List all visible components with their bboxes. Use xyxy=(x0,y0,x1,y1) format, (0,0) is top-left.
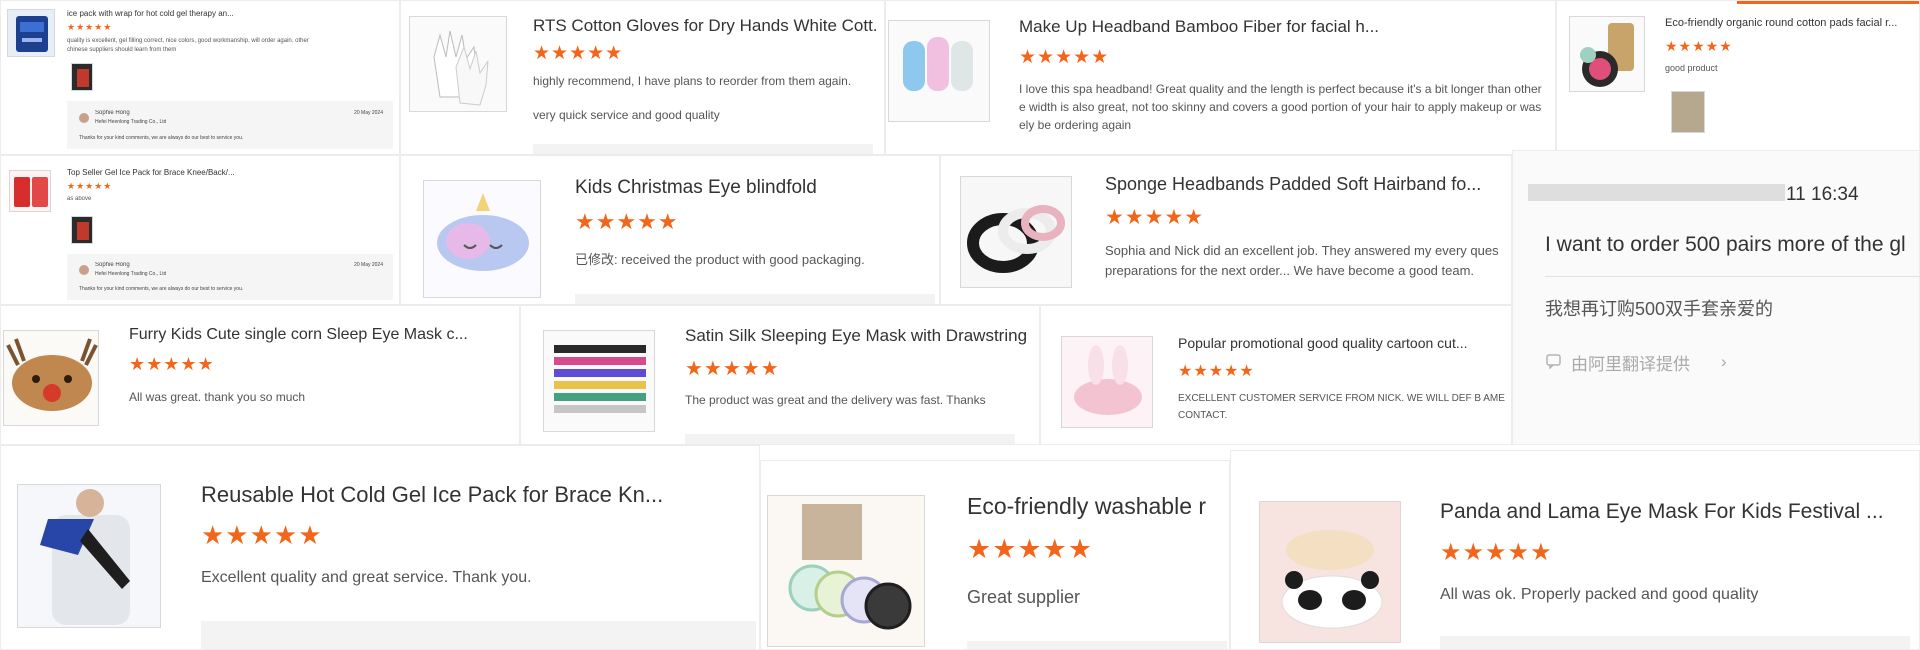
review-card-sponge-headbands: Sponge Headbands Padded Soft Hairband fo… xyxy=(940,155,1512,305)
reply-date: 20 May 2024 xyxy=(354,110,383,116)
chat-message-card: 11 16:34 I want to order 500 pairs more … xyxy=(1512,150,1920,445)
product-thumbnail[interactable] xyxy=(1569,16,1645,92)
product-title[interactable]: Sponge Headbands Padded Soft Hairband fo… xyxy=(1105,174,1505,195)
product-title[interactable]: ice pack with wrap for hot cold gel ther… xyxy=(67,9,387,18)
product-thumbnail[interactable] xyxy=(423,180,541,298)
product-title[interactable]: Top Seller Gel Ice Pack for Brace Knee/B… xyxy=(67,168,367,177)
product-title[interactable]: Popular promotional good quality cartoon… xyxy=(1178,335,1508,351)
star-rating: ★★★★★ xyxy=(575,209,679,234)
review-card-furry-eye-mask: Furry Kids Cute single corn Sleep Eye Ma… xyxy=(0,305,520,445)
review-text: Excellent quality and great service. Tha… xyxy=(201,569,532,586)
review-text: as above xyxy=(67,196,92,202)
product-title[interactable]: RTS Cotton Gloves for Dry Hands White Co… xyxy=(533,16,878,36)
supplier-reply: Sophie Hong Hefei Heenlong Trading Co., … xyxy=(67,254,393,300)
supplier-company: Hefei Heenlong Trading Co., Ltd xyxy=(95,119,167,125)
product-title[interactable]: Reusable Hot Cold Gel Ice Pack for Brace… xyxy=(201,482,756,508)
review-card-top-seller-gel: Top Seller Gel Ice Pack for Brace Knee/B… xyxy=(0,155,400,305)
product-thumbnail[interactable] xyxy=(9,170,51,212)
star-rating: ★★★★★ xyxy=(67,181,113,191)
review-text: highly recommend, I have plans to reorde… xyxy=(533,74,852,88)
review-card-cotton-gloves: RTS Cotton Gloves for Dry Hands White Co… xyxy=(400,0,885,155)
review-text: quality is excellent, gel filling correc… xyxy=(67,38,309,53)
review-text: I love this spa headband! Great quality … xyxy=(1019,82,1542,132)
star-rating: ★★★★★ xyxy=(533,43,624,64)
review-text: Sophia and Nick did an excellent job. Th… xyxy=(1105,243,1499,278)
review-text: Great supplier xyxy=(967,587,1081,607)
product-title[interactable]: Furry Kids Cute single corn Sleep Eye Ma… xyxy=(129,326,514,344)
review-card-kids-blindfold: Kids Christmas Eye blindfold ★★★★★ 已修改: … xyxy=(400,155,940,305)
product-thumbnail[interactable] xyxy=(1259,501,1401,643)
review-card-cotton-pads: Eco-friendly organic round cotton pads f… xyxy=(1556,0,1920,155)
star-rating: ★★★★★ xyxy=(1019,47,1110,68)
reply-text: Thanks for your kind comments, we are al… xyxy=(79,286,244,292)
product-title[interactable]: Kids Christmas Eye blindfold xyxy=(575,177,925,199)
product-thumbnail[interactable] xyxy=(960,176,1072,288)
star-rating: ★★★★★ xyxy=(1665,38,1733,54)
product-thumbnail[interactable] xyxy=(409,16,507,112)
star-rating: ★★★★★ xyxy=(201,520,323,550)
product-thumbnail[interactable] xyxy=(543,330,655,432)
review-card-makeup-headband: Make Up Headband Bamboo Fiber for facial… xyxy=(885,0,1556,155)
chat-timestamp: 11 16:34 xyxy=(1786,184,1859,205)
product-title[interactable]: Panda and Lama Eye Mask For Kids Festiva… xyxy=(1440,500,1915,524)
accent-bar xyxy=(1737,1,1919,4)
supplier-reply-strip xyxy=(685,434,1015,444)
supplier-avatar xyxy=(79,113,89,123)
reply-date: 20 May 2024 xyxy=(354,262,383,268)
supplier-name: Sophie Hong xyxy=(95,262,130,268)
product-thumbnail[interactable] xyxy=(17,484,161,628)
product-title[interactable]: Satin Silk Sleeping Eye Mask with Drawst… xyxy=(685,326,1039,346)
review-card-cartoon-headband: Popular promotional good quality cartoon… xyxy=(1040,305,1512,445)
review-text: All was ok. Properly packed and good qua… xyxy=(1440,586,1759,603)
supplier-reply: Sophie Hong Hefei Heenlong Trading Co., … xyxy=(67,101,393,149)
redacted-sender xyxy=(1528,184,1785,201)
translation-provider-link[interactable]: 由阿里翻译提供 xyxy=(1571,350,1690,375)
product-title[interactable]: Eco-friendly organic round cotton pads f… xyxy=(1665,17,1915,29)
review-card-reusable-gel-pack: Reusable Hot Cold Gel Ice Pack for Brace… xyxy=(0,445,760,650)
review-text: All was great. thank you so much xyxy=(129,390,306,404)
chat-translation: 我想再订购500双手套亲爱的 xyxy=(1545,299,1774,319)
product-title[interactable]: Make Up Headband Bamboo Fiber for facial… xyxy=(1019,17,1539,37)
supplier-avatar xyxy=(79,265,89,275)
product-thumbnail[interactable] xyxy=(888,20,990,122)
star-rating: ★★★★★ xyxy=(1440,539,1553,566)
star-rating: ★★★★★ xyxy=(1105,206,1205,229)
review-text: 已修改: received the product with good pack… xyxy=(575,252,865,267)
supplier-name: Sophie Hong xyxy=(95,110,130,116)
review-photo[interactable] xyxy=(71,63,93,91)
star-rating: ★★★★★ xyxy=(967,534,1094,564)
chevron-right-icon[interactable]: › xyxy=(1721,352,1727,372)
star-rating: ★★★★★ xyxy=(129,354,215,374)
translate-icon xyxy=(1546,354,1561,370)
review-text: EXCELLENT CUSTOMER SERVICE FROM NICK. WE… xyxy=(1178,393,1505,421)
review-photo[interactable] xyxy=(1671,91,1705,133)
product-thumbnail[interactable] xyxy=(3,330,99,426)
star-rating: ★★★★★ xyxy=(685,358,780,380)
divider xyxy=(1545,276,1919,277)
review-card-panda-lama-mask: Panda and Lama Eye Mask For Kids Festiva… xyxy=(1230,450,1920,650)
product-title[interactable]: Eco-friendly washable r xyxy=(967,493,1225,520)
product-thumbnail[interactable] xyxy=(1061,336,1153,428)
chat-message: I want to order 500 pairs more of the gl xyxy=(1545,233,1906,256)
review-card-washable-pads: Eco-friendly washable r ★★★★★ Great supp… xyxy=(760,460,1230,650)
supplier-reply-strip xyxy=(967,641,1227,649)
supplier-reply-strip xyxy=(201,621,756,649)
review-text-secondary: very quick service and good quality xyxy=(533,108,720,122)
reply-text: Thanks for your kind comments, we are al… xyxy=(79,135,244,141)
review-text: good product xyxy=(1665,63,1718,73)
supplier-reply-strip xyxy=(1440,636,1910,649)
review-photo[interactable] xyxy=(71,216,93,244)
supplier-reply-strip xyxy=(575,294,935,304)
star-rating: ★★★★★ xyxy=(67,22,113,32)
supplier-reply-strip xyxy=(533,144,873,154)
review-card-ice-pack-wrap: ice pack with wrap for hot cold gel ther… xyxy=(0,0,400,155)
product-thumbnail[interactable] xyxy=(767,495,925,647)
product-thumbnail[interactable] xyxy=(7,9,55,57)
review-card-satin-eye-mask: Satin Silk Sleeping Eye Mask with Drawst… xyxy=(520,305,1040,445)
review-text: The product was great and the delivery w… xyxy=(685,393,986,407)
star-rating: ★★★★★ xyxy=(1178,363,1255,380)
supplier-company: Hefei Heenlong Trading Co., Ltd xyxy=(95,271,167,277)
